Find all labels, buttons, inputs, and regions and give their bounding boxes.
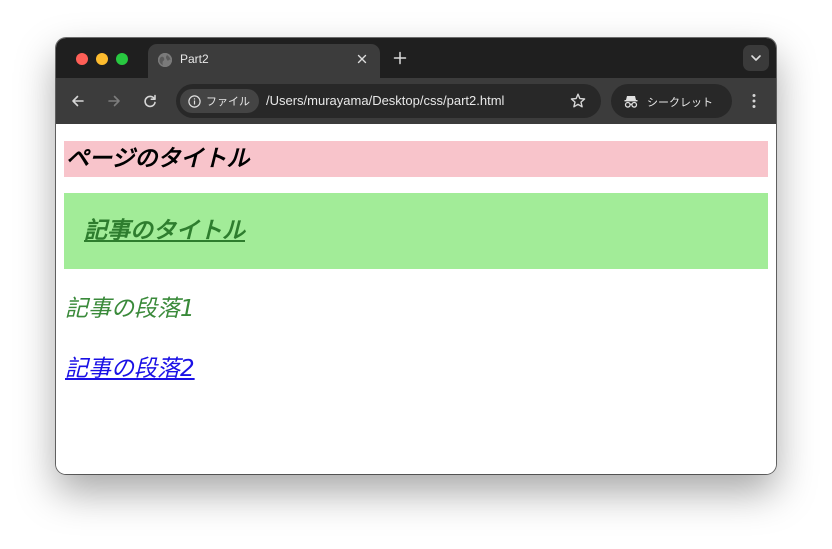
reload-icon bbox=[144, 94, 156, 108]
bookmark-button[interactable] bbox=[569, 92, 587, 110]
tab-part2[interactable]: Part2 bbox=[148, 44, 380, 78]
new-tab-button[interactable] bbox=[390, 48, 410, 68]
browser-window: Part2 ファイル /Users/murayama/Desktop/css/p… bbox=[56, 38, 776, 474]
more-vertical-icon bbox=[752, 94, 756, 108]
site-info-label: ファイル bbox=[206, 95, 250, 108]
plus-icon bbox=[393, 51, 407, 65]
forward-button[interactable] bbox=[104, 91, 124, 111]
window-close-button[interactable] bbox=[76, 53, 88, 65]
site-info-chip[interactable]: ファイル bbox=[180, 89, 259, 113]
arrow-left-icon bbox=[72, 95, 84, 107]
article-paragraph-2: 記事の段落2 bbox=[65, 356, 195, 382]
window-minimize-button[interactable] bbox=[96, 53, 108, 65]
arrow-right-icon bbox=[108, 95, 120, 107]
window-maximize-button[interactable] bbox=[116, 53, 128, 65]
browser-toolbar: ファイル /Users/murayama/Desktop/css/part2.h… bbox=[56, 78, 776, 124]
article-header: 記事のタイトル bbox=[64, 193, 768, 269]
tab-search-button[interactable] bbox=[743, 45, 769, 71]
globe-icon bbox=[158, 53, 172, 67]
tab-title: Part2 bbox=[180, 52, 209, 66]
back-button[interactable] bbox=[68, 91, 88, 111]
incognito-label: シークレット bbox=[647, 96, 713, 109]
close-icon[interactable] bbox=[354, 51, 370, 67]
url-text[interactable]: /Users/murayama/Desktop/css/part2.html bbox=[266, 93, 504, 108]
reload-button[interactable] bbox=[140, 91, 160, 111]
tab-strip: Part2 bbox=[56, 38, 776, 78]
article-title: 記事のタイトル bbox=[84, 218, 245, 244]
incognito-icon bbox=[623, 93, 639, 113]
browser-menu-button[interactable] bbox=[744, 91, 764, 111]
info-icon bbox=[188, 94, 201, 108]
incognito-indicator[interactable]: シークレット bbox=[611, 84, 732, 118]
address-bar[interactable]: ファイル /Users/murayama/Desktop/css/part2.h… bbox=[176, 84, 601, 118]
page-content: ページのタイトル 記事のタイトル 記事の段落1 記事の段落2 bbox=[56, 124, 776, 474]
article-paragraph-1: 記事の段落1 bbox=[65, 296, 195, 322]
page-title: ページのタイトル bbox=[64, 141, 768, 177]
chevron-down-icon bbox=[751, 55, 761, 61]
star-icon bbox=[570, 93, 586, 108]
